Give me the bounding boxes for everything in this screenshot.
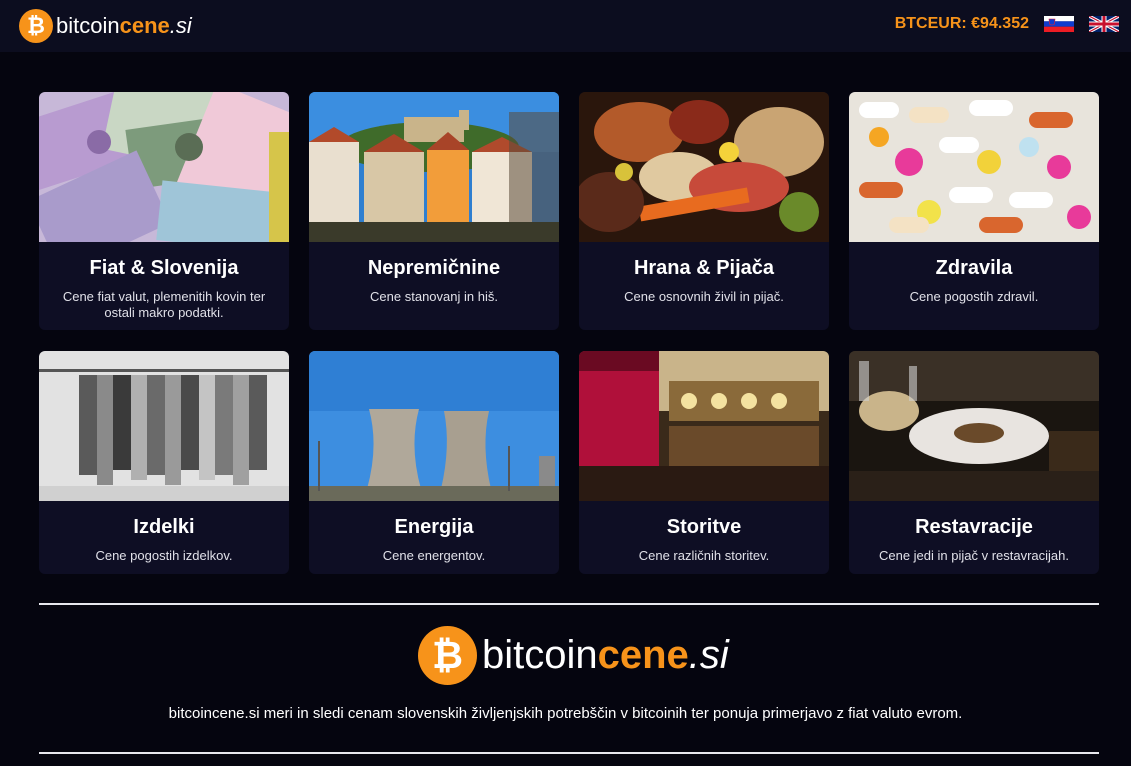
category-description: Cene jedi in pijač v restavracijah. xyxy=(878,548,1070,563)
category-title: Fiat & Slovenija xyxy=(89,257,239,279)
top-navigation-bar: ₿ bitcoincene.si BTCEUR: €94.352 xyxy=(0,0,1131,52)
footer-description: bitcoincene.si meri in sledi cenam slove… xyxy=(168,705,963,722)
category-card-fiat[interactable]: Fiat & Slovenija Cene fiat valut, plemen… xyxy=(39,92,289,330)
category-description: Cene energentov. xyxy=(382,548,486,563)
category-card-services[interactable]: Storitve Cene različnih storitev. xyxy=(579,351,829,574)
footer-logo: ₿ bitcoincene.si xyxy=(418,626,729,685)
category-title: Zdravila xyxy=(935,257,1013,279)
bitcoin-icon: ₿ xyxy=(19,9,53,43)
category-card-medicine[interactable]: Zdravila Cene pogostih zdravil. xyxy=(849,92,1099,330)
category-title: Hrana & Pijača xyxy=(633,257,775,279)
category-description: Cene fiat valut, plemenitih kovin ter os… xyxy=(62,289,266,320)
category-description: Cene osnovnih živil in pijač. xyxy=(624,289,784,304)
site-logo[interactable]: ₿ bitcoincene.si xyxy=(19,8,192,44)
divider-top xyxy=(39,603,1099,605)
theater-image xyxy=(579,351,829,501)
restaurant-dish-image xyxy=(849,351,1099,501)
category-card-products[interactable]: Izdelki Cene pogostih izdelkov. xyxy=(39,351,289,574)
category-title: Izdelki xyxy=(133,516,195,538)
category-title: Storitve xyxy=(666,516,742,538)
uk-flag-icon[interactable] xyxy=(1089,16,1119,32)
category-title: Nepremičnine xyxy=(367,257,501,279)
food-spread-image xyxy=(579,92,829,242)
category-description: Cene pogostih izdelkov. xyxy=(95,548,233,563)
city-houses-image xyxy=(309,92,559,242)
divider-bottom xyxy=(39,752,1099,754)
logo-wordmark: bitcoincene.si xyxy=(482,633,729,677)
category-card-food[interactable]: Hrana & Pijača Cene osnovnih živil in pi… xyxy=(579,92,829,330)
category-description: Cene različnih storitev. xyxy=(638,548,770,563)
banknotes-image xyxy=(39,92,289,242)
category-description: Cene stanovanj in hiš. xyxy=(370,289,498,304)
logo-wordmark: bitcoincene.si xyxy=(56,13,192,38)
btc-eur-price: BTCEUR: €94.352 xyxy=(894,15,1029,32)
category-description: Cene pogostih zdravil. xyxy=(909,289,1039,304)
cooling-towers-image xyxy=(309,351,559,501)
slovenia-flag-icon[interactable] xyxy=(1044,16,1074,32)
bitcoin-icon: ₿ xyxy=(418,626,477,685)
category-card-energy[interactable]: Energija Cene energentov. xyxy=(309,351,559,574)
category-title: Restavracije xyxy=(915,516,1033,538)
clothing-rack-image xyxy=(39,351,289,501)
pills-image xyxy=(849,92,1099,242)
category-card-restaurants[interactable]: Restavracije Cene jedi in pijač v restav… xyxy=(849,351,1099,574)
category-card-real-estate[interactable]: Nepremičnine Cene stanovanj in hiš. xyxy=(309,92,559,330)
category-title: Energija xyxy=(394,516,474,538)
